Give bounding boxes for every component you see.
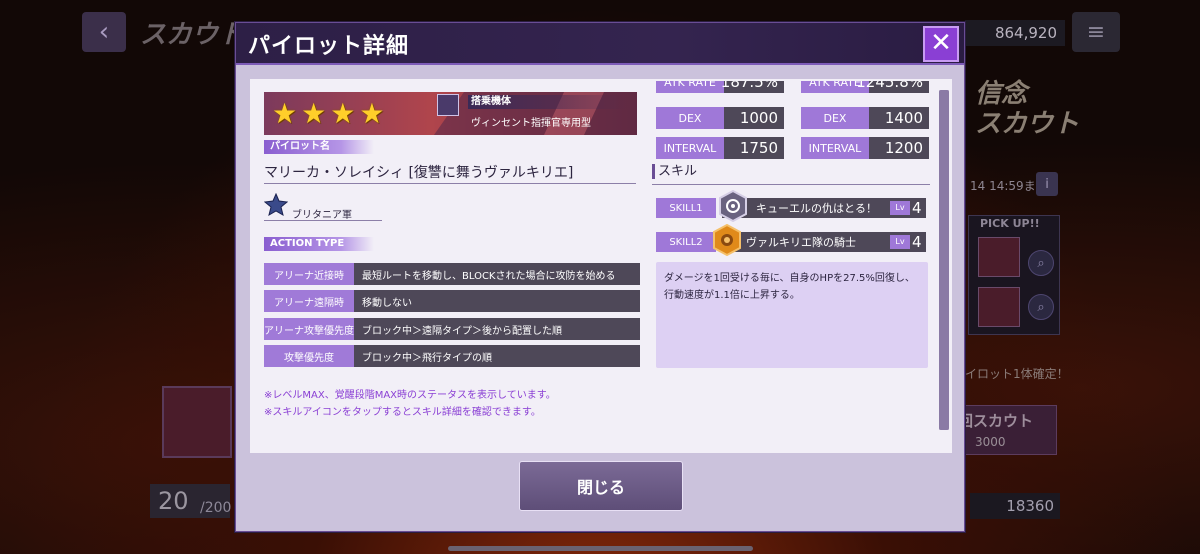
skill-key: SKILL1	[656, 198, 716, 218]
home-indicator[interactable]	[448, 546, 753, 551]
britannia-emblem-icon	[264, 193, 288, 217]
stat-value: 1200	[869, 137, 929, 159]
screen-title: スカウト	[140, 20, 245, 50]
banner-title: 信念 スカウト	[975, 79, 1080, 139]
skill2-shield-icon[interactable]	[712, 224, 742, 256]
skill-name: ヴァルキリエ隊の騎士	[746, 236, 856, 249]
close-icon-button[interactable]: ✕	[923, 26, 959, 62]
skill-description-line: 行動速度が1.1倍に上昇する。	[664, 290, 800, 301]
star-icon: ★	[330, 97, 356, 130]
action-value: 移動しない	[354, 290, 640, 312]
stat-row: ATK RATE 1245.8%	[801, 81, 929, 93]
scout-button-label: 回スカウト	[958, 412, 1034, 430]
exchange-denominator: /200	[200, 500, 232, 516]
action-key: アリーナ近接時	[264, 263, 354, 285]
stat-row: DEX 1000	[656, 107, 784, 129]
stat-key: INTERVAL	[801, 137, 869, 159]
pickup-portrait-1[interactable]	[978, 237, 1020, 277]
skill-description: ダメージを1回受ける毎に、自身のHPを27.5%回復し、 行動速度が1.1倍に上…	[656, 262, 928, 368]
note-text: ※スキルアイコンをタップするとスキル詳細を確認できます。	[264, 407, 541, 418]
stat-key: DEX	[801, 107, 869, 129]
points-display: 18360	[970, 493, 1060, 519]
faction-name: ブリタニア軍	[292, 210, 352, 221]
pilot-confirm-text: イロット1体確定！	[965, 367, 1069, 381]
back-button[interactable]: ‹	[82, 12, 126, 52]
stat-key: DEX	[656, 107, 724, 129]
skill1-gear-icon[interactable]	[718, 190, 748, 222]
skill-level: 4	[912, 199, 922, 217]
action-key: 攻撃優先度	[264, 345, 354, 367]
action-row: アリーナ攻撃優先度 ブロック中＞遠隔タイプ＞後から配置した順	[264, 318, 640, 340]
star-icon: ★	[301, 97, 327, 130]
skill-header: スキル	[652, 164, 697, 179]
note-text: ※レベルMAX、覚醒段階MAX時のステータスを表示しています。	[264, 390, 556, 401]
action-type-label: ACTION TYPE	[264, 237, 374, 251]
action-value: 最短ルートを移動し、BLOCKされた場合に攻防を始める	[354, 263, 640, 285]
modal-title: パイロット詳細	[248, 34, 410, 59]
left-portrait[interactable]	[162, 386, 232, 458]
skill-name: キューエルの仇はとる！	[756, 202, 877, 215]
menu-icon: ≡	[1086, 19, 1106, 45]
close-icon: ✕	[930, 28, 952, 58]
skill-row[interactable]: SKILL2 ヴァルキリエ隊の騎士 Lv 4	[656, 224, 926, 256]
skill-level: 4	[912, 233, 922, 251]
stat-value: 187.5%	[721, 81, 784, 93]
stat-row: INTERVAL 1200	[801, 137, 929, 159]
stat-value: 1750	[724, 137, 784, 159]
unit-label: 搭乗機体	[468, 95, 628, 109]
pickup-label: PICK UP!!	[980, 217, 1040, 230]
action-row: アリーナ近接時 最短ルートを移動し、BLOCKされた場合に攻防を始める	[264, 263, 640, 285]
modal-header: パイロット詳細 ✕	[236, 23, 964, 65]
skill-level-label: Lv	[890, 235, 910, 249]
star-icon: ★	[359, 97, 385, 130]
unit-type-icon	[437, 94, 459, 116]
pilot-name-label: パイロット名	[264, 140, 374, 154]
info-button[interactable]: i	[1036, 172, 1058, 196]
skill-bar: ヴァルキリエ隊の騎士 Lv 4	[722, 232, 926, 252]
action-value: ブロック中＞遠隔タイプ＞後から配置した順	[354, 318, 640, 340]
skill-level-label: Lv	[890, 201, 910, 215]
skill-bar: キューエルの仇はとる！ Lv 4	[722, 198, 926, 218]
star-icon: ★	[272, 97, 298, 130]
stat-row: DEX 1400	[801, 107, 929, 129]
divider	[264, 220, 382, 221]
action-value: ブロック中＞飛行タイプの順	[354, 345, 640, 367]
divider	[652, 184, 930, 185]
stat-row: ATK RATE 187.5%	[656, 81, 784, 93]
stat-key: INTERVAL	[656, 137, 724, 159]
pilot-detail-modal: パイロット詳細 ✕ ★ ★ ★ ★ 搭乗機体 ヴィンセント指揮官専用型 パイロッ…	[235, 22, 965, 532]
menu-button[interactable]: ≡	[1072, 12, 1120, 52]
pilot-name: マリーカ・ソレイシィ [復讐に舞うヴァルキリエ]	[264, 165, 574, 181]
scrollbar-thumb[interactable]	[939, 90, 949, 430]
stat-value: 1400	[869, 107, 929, 129]
skill-description-line: ダメージを1回受ける毎に、自身のHPを27.5%回復し、	[664, 273, 915, 284]
pickup-portrait-2[interactable]	[978, 287, 1020, 327]
magnify-icon[interactable]: ⌕	[1028, 250, 1054, 276]
scout-cost: 3000	[975, 435, 1006, 449]
stat-key: ATK RATE	[656, 81, 724, 93]
magnify-icon[interactable]: ⌕	[1028, 294, 1054, 320]
close-button[interactable]: 閉じる	[519, 461, 683, 511]
chevron-left-icon: ‹	[98, 17, 110, 47]
action-key: アリーナ攻撃優先度	[264, 318, 354, 340]
currency-display: 864,920	[965, 20, 1065, 46]
action-key: アリーナ遠隔時	[264, 290, 354, 312]
rarity-stars: ★ ★ ★ ★	[272, 99, 384, 129]
skill-row[interactable]: SKILL1 キューエルの仇はとる！ Lv 4	[656, 190, 926, 222]
stat-value: 1000	[724, 107, 784, 129]
unit-name: ヴィンセント指揮官専用型	[471, 118, 591, 129]
skill-key: SKILL2	[656, 232, 716, 252]
stat-value: 1245.8%	[856, 81, 929, 93]
divider	[264, 183, 636, 184]
action-row: アリーナ遠隔時 移動しない	[264, 290, 640, 312]
action-row: 攻撃優先度 ブロック中＞飛行タイプの順	[264, 345, 640, 367]
stat-row: INTERVAL 1750	[656, 137, 784, 159]
